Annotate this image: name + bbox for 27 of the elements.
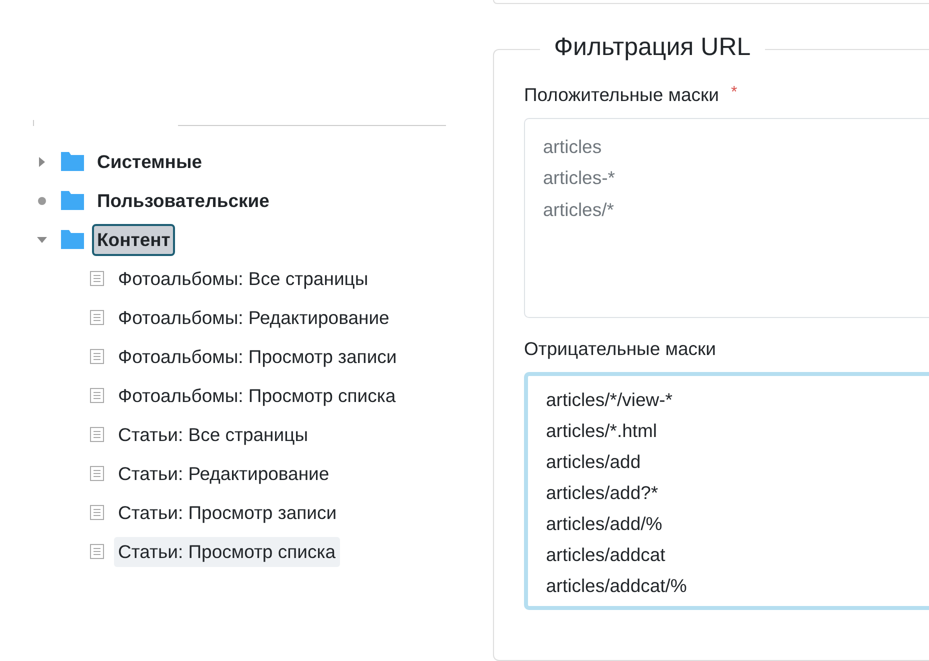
text-area[interactable]: articles/*/view-* articles/*.html articles/add articles/add?* articles/add/% articles/addcat articles/addcat/% [524,372,929,610]
tree-item[interactable]: Статьи: Просмотр записи [114,498,341,528]
text-area[interactable]: articles articles-* articles/* [524,118,929,318]
tree-item[interactable]: Фотоальбомы: Редактирование [114,302,394,332]
folder-icon [61,191,84,210]
tree-item[interactable]: Статьи: Редактирование [114,458,334,488]
document-icon [90,310,104,325]
tree-item[interactable]: Фотоальбомы: Все страницы [114,264,372,294]
document-icon [90,544,104,559]
required-mark: * [730,84,738,103]
document-icon [90,505,104,520]
document-icon [90,271,104,286]
folder-icon [61,230,84,249]
field-label: Положительные маски [524,84,719,106]
document-icon [90,349,104,364]
field-label: Отрицательные маски [524,338,716,360]
document-icon [90,427,104,442]
tree-item[interactable]: Фотоальбомы: Просмотр записи [114,342,401,372]
folder-label[interactable]: Контент [92,224,176,256]
document-icon [90,466,104,481]
tree-item[interactable]: Статьи: Все страницы [114,420,312,450]
tree-item[interactable]: Статьи: Просмотр списка [114,536,340,566]
document-icon [90,388,104,403]
folder-label[interactable]: Пользовательские [92,184,274,216]
tree-item[interactable]: Фотоальбомы: Просмотр списка [114,380,400,410]
folder-icon [61,152,84,171]
folder-label[interactable]: Системные [92,146,208,178]
